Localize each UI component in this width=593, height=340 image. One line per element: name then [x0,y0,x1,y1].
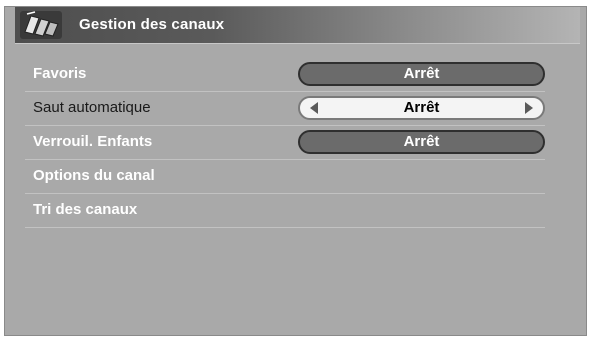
title-bar: Gestion des canaux [15,7,580,44]
menu-item-label: Verrouil. Enfants [33,133,153,150]
favoris-value-pill[interactable]: Arrêt [298,62,545,86]
menu-window: Gestion des canaux Favoris Arrêt Saut au… [4,6,587,336]
channel-management-icon [20,11,62,39]
menu-item-saut-automatique[interactable]: Saut automatique Arrêt [25,91,545,126]
page-title: Gestion des canaux [79,16,225,33]
verrouil-enfants-value: Arrêt [403,133,440,150]
menu-item-label: Options du canal [33,167,155,184]
menu-item-label: Tri des canaux [33,201,138,218]
verrouil-enfants-value-pill[interactable]: Arrêt [298,130,545,154]
saut-automatique-value: Arrêt [403,99,440,116]
arrow-right-icon[interactable] [525,102,533,114]
arrow-left-icon[interactable] [310,102,318,114]
menu-item-favoris[interactable]: Favoris Arrêt [25,57,545,92]
menu-item-options-du-canal[interactable]: Options du canal [25,159,545,194]
favoris-value: Arrêt [403,65,440,82]
menu-item-tri-des-canaux[interactable]: Tri des canaux [25,193,545,228]
menu-item-label: Favoris [33,65,87,82]
menu-item-verrouil-enfants[interactable]: Verrouil. Enfants Arrêt [25,125,545,160]
menu-item-label: Saut automatique [33,99,151,116]
saut-automatique-value-selector[interactable]: Arrêt [298,96,545,120]
